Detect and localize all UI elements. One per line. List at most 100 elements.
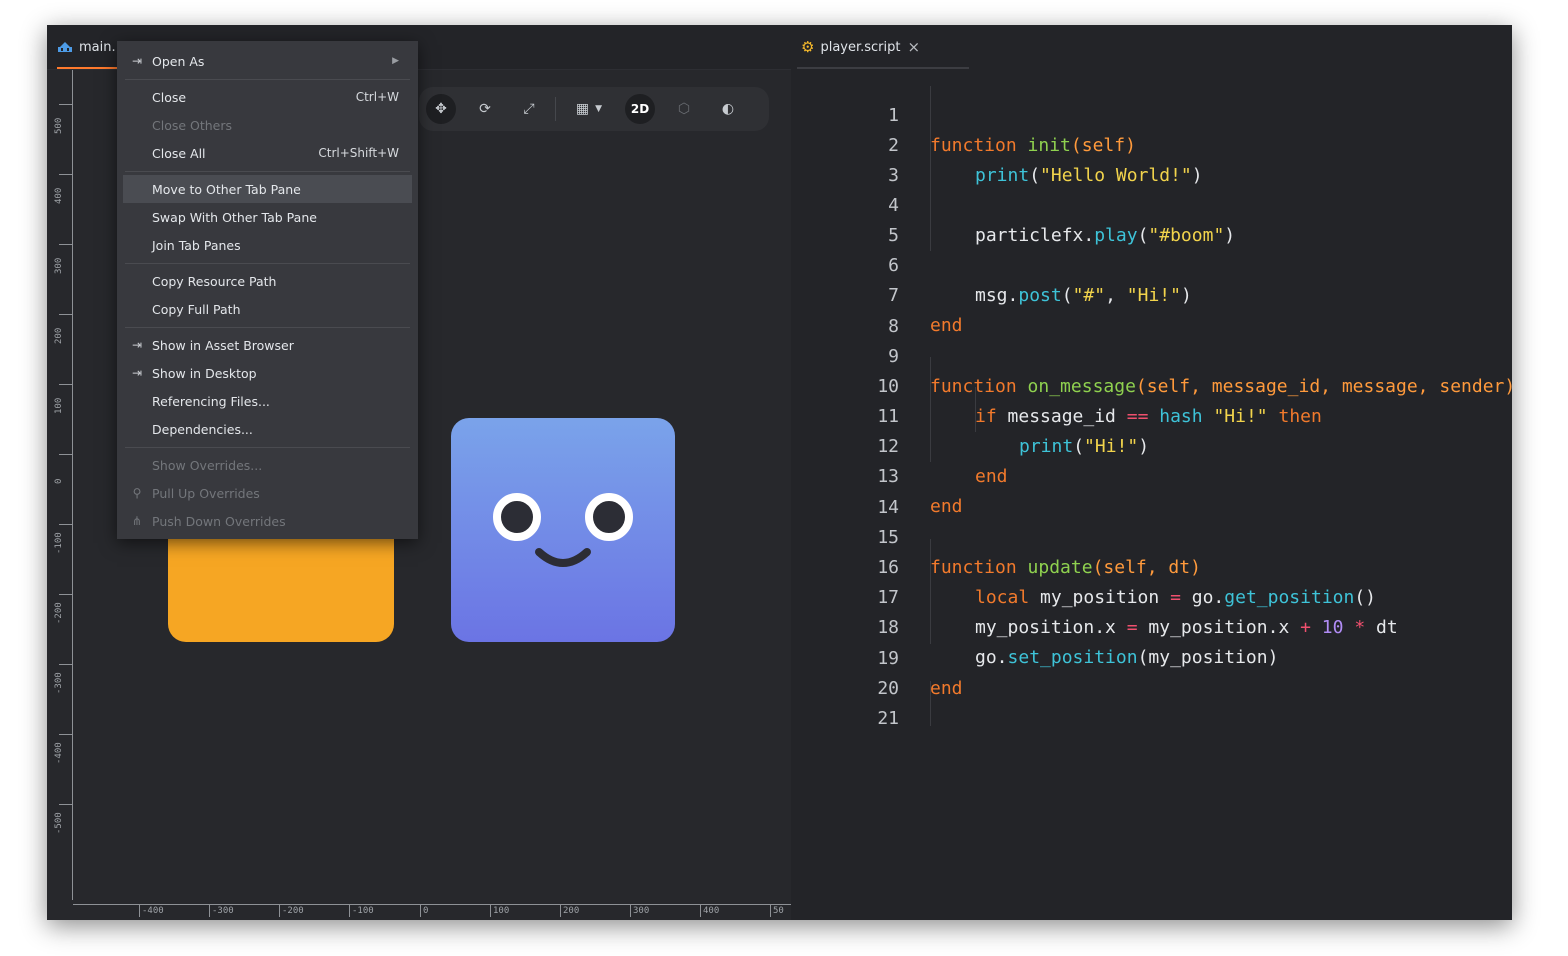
reveal-icon: ⇥ <box>131 338 143 352</box>
menu-item-push-down-overrides: ⋔ Push Down Overrides <box>117 507 418 535</box>
code-line: 18 go.set_position(my_position) <box>797 583 1278 668</box>
code-line: 8 <box>797 282 899 337</box>
code-text: my_position.x = my_position.x + 10 * dt <box>975 617 1398 638</box>
ruler-tick <box>770 904 771 917</box>
ruler-tick <box>700 904 701 917</box>
menu-item-open-as[interactable]: ⇥ Open As ▶ <box>117 47 418 75</box>
toolbar-divider <box>555 97 556 121</box>
move-tool-button[interactable]: ✥ <box>426 94 456 124</box>
menu-item-label: Pull Up Overrides <box>152 485 260 501</box>
ruler-tick <box>349 904 350 917</box>
ruler-tick <box>209 904 210 917</box>
menu-item-label: Open As <box>152 53 205 69</box>
ruler-label: 100 <box>54 397 64 414</box>
code-text: end <box>975 466 1008 487</box>
ruler-tick <box>59 804 73 805</box>
menu-separator <box>125 171 410 172</box>
grid-icon: ▦ <box>575 101 590 117</box>
ruler-label: 400 <box>54 187 64 204</box>
menu-item-dependencies[interactable]: Dependencies... <box>117 415 418 443</box>
orange-sprite[interactable] <box>168 530 394 642</box>
code-line: 9 function on_message(self, message_id, … <box>797 312 1512 397</box>
code-line: 21 <box>797 674 899 729</box>
code-line: 20 <box>797 644 899 699</box>
menu-item-referencing-files[interactable]: Referencing Files... <box>117 387 418 415</box>
tab-context-menu: ⇥ Open As ▶ Close Ctrl+W Close Others Cl… <box>117 41 418 539</box>
mode-2d-button[interactable]: 2D <box>625 94 655 124</box>
menu-item-show-in-asset-browser[interactable]: ⇥ Show in Asset Browser <box>117 331 418 359</box>
menu-item-label: Push Down Overrides <box>152 513 286 529</box>
menu-item-label: Close <box>152 89 187 105</box>
tab-main-collection[interactable]: main. <box>57 25 117 69</box>
menu-item-swap-with-other-tab-pane[interactable]: Swap With Other Tab Pane <box>117 203 418 231</box>
code-text: print("Hi!") <box>1019 436 1150 457</box>
code-text: local my_position = go.get_position() <box>975 587 1377 608</box>
code-line: 7 end <box>797 251 962 336</box>
ruler-line <box>73 904 791 905</box>
menu-item-label: Copy Resource Path <box>152 273 277 289</box>
cube-icon: ⬡ <box>677 101 691 117</box>
open-as-icon: ⇥ <box>131 54 143 68</box>
ruler-label: 0 <box>423 906 429 916</box>
ruler-tick <box>490 904 491 917</box>
code-line: 6 msg.post("#", "Hi!") <box>797 221 1192 306</box>
code-line: 5 <box>797 191 899 246</box>
scene-editor-pane: main. 500 400 300 200 100 0 -100 -200 -3… <box>47 25 791 920</box>
code-line: 11 print("Hi!") <box>797 372 1149 457</box>
menu-item-label: Copy Full Path <box>152 301 241 317</box>
code-line: 16 local my_position = go.get_position() <box>797 523 1376 608</box>
code-line: 13 end <box>797 432 962 517</box>
code-text: particlefx.play("#boom") <box>975 225 1236 246</box>
ruler-label: 400 <box>703 906 720 916</box>
ruler-tick <box>279 904 280 917</box>
menu-item-label: Close All <box>152 145 206 161</box>
ruler-label: -400 <box>142 906 164 916</box>
shortcut-label: Ctrl+W <box>355 90 399 104</box>
menu-item-show-in-desktop[interactable]: ⇥ Show in Desktop <box>117 359 418 387</box>
rotate-icon: ⟳ <box>479 101 491 117</box>
ruler-tick <box>59 384 73 385</box>
menu-separator <box>125 327 410 328</box>
ruler-tick <box>59 734 73 735</box>
menu-item-label: Show in Asset Browser <box>152 337 294 353</box>
left-eye <box>493 493 541 541</box>
ruler-tick <box>59 314 73 315</box>
tab-player-script[interactable]: ⚙ player.script × <box>797 25 969 69</box>
ruler-label: 200 <box>563 906 580 916</box>
menu-item-copy-full-path[interactable]: Copy Full Path <box>117 295 418 323</box>
ruler-label: -100 <box>352 906 374 916</box>
menu-item-close-all[interactable]: Close All Ctrl+Shift+W <box>117 139 418 167</box>
blue-face-sprite[interactable] <box>451 418 675 642</box>
code-text: function init(self) <box>930 135 1136 156</box>
menu-item-join-tab-panes[interactable]: Join Tab Panes <box>117 231 418 259</box>
indent-guide <box>930 86 931 251</box>
ruler-label: -500 <box>54 812 64 834</box>
menu-separator <box>125 79 410 80</box>
menu-item-copy-resource-path[interactable]: Copy Resource Path <box>117 267 418 295</box>
camera-button[interactable]: ◐ <box>713 94 743 124</box>
close-icon[interactable]: × <box>907 38 920 56</box>
scale-icon: ⤢ <box>523 101 535 117</box>
menu-item-close[interactable]: Close Ctrl+W <box>117 83 418 111</box>
smile-mouth <box>535 548 591 567</box>
scene-toolbar: ✥ ⟳ ⤢ ▦ ▼ 2D ⬡ ◐ <box>419 87 769 131</box>
eye-icon: ◐ <box>721 101 735 117</box>
code-text: function update(self, dt) <box>930 557 1201 578</box>
right-eye <box>585 493 633 541</box>
line-number: 21 <box>877 708 899 729</box>
code-area[interactable]: 1 function init(self) 2 print("Hello Wor… <box>797 71 1512 920</box>
ruler-label: 0 <box>54 478 64 484</box>
menu-item-move-to-other-tab-pane[interactable]: Move to Other Tab Pane <box>123 175 412 203</box>
submenu-arrow-icon: ▶ <box>392 56 399 66</box>
scale-tool-button[interactable]: ⤢ <box>514 94 544 124</box>
tab-label: main. <box>79 39 116 55</box>
vertical-ruler: 500 400 300 200 100 0 -100 -200 -300 -40… <box>47 70 73 900</box>
rotate-tool-button[interactable]: ⟳ <box>470 94 500 124</box>
ruler-tick <box>59 174 73 175</box>
code-line: 1 function init(self) <box>797 71 1136 156</box>
grid-button[interactable]: ▦ ▼ <box>567 94 611 124</box>
visibility-filter-button[interactable]: ⬡ <box>669 94 699 124</box>
code-line: 14 <box>797 463 899 518</box>
menu-item-label: Close Others <box>152 117 233 133</box>
ruler-label: -300 <box>212 906 234 916</box>
